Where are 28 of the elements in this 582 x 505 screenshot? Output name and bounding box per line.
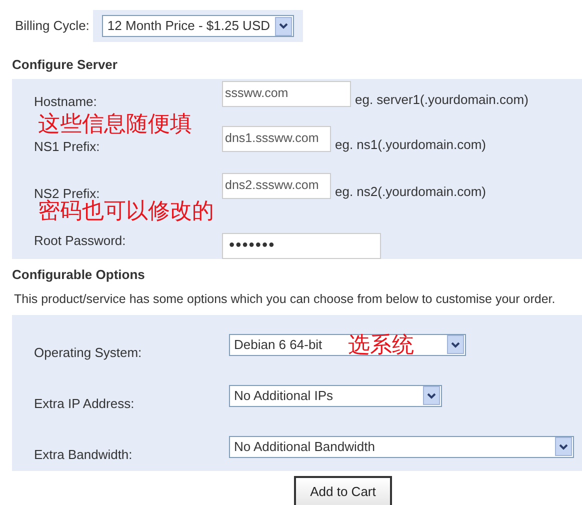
field-hint: eg. server1(.yourdomain.com) — [355, 90, 528, 109]
intro-text: This product/service has some options which you can choose from below to customise your order. — [14, 291, 556, 308]
section-heading: Configure Server — [12, 56, 118, 74]
option-label: Extra IP Address: — [34, 396, 134, 411]
option-label: Operating System: — [34, 344, 142, 360]
annotation-text: 选系统 — [348, 335, 414, 357]
field-hint: eg. ns1(.yourdomain.com) — [335, 136, 486, 154]
caret-icon — [447, 335, 464, 354]
section-heading: Configurable Options — [12, 266, 146, 284]
field-hint: eg. ns2(.yourdomain.com) — [335, 182, 486, 201]
password-field[interactable]: ••••••• — [222, 232, 381, 258]
text-field[interactable]: dns1.sssww.com — [222, 126, 331, 152]
add-to-cart-button[interactable]: Add to Cart — [294, 476, 392, 505]
field-label: NS2 Prefix: — [34, 186, 100, 200]
billing-cycle-label: Billing Cycle: — [15, 17, 90, 36]
caret-icon — [423, 386, 440, 406]
option-label: Extra Bandwidth: — [34, 446, 132, 462]
text-field[interactable]: sssww.com — [222, 80, 351, 106]
dropdown[interactable]: 12 Month Price - $1.25 USD — [102, 15, 294, 37]
dropdown[interactable]: No Additional IPs — [229, 384, 442, 407]
annotation-text: 这些信息随便填 — [38, 114, 192, 136]
caret-icon — [275, 16, 292, 36]
dropdown[interactable]: No Additional Bandwidth — [229, 436, 574, 458]
field-label: NS1 Prefix: — [34, 138, 100, 154]
text-field[interactable]: dns2.sssww.com — [222, 172, 331, 198]
caret-icon — [555, 437, 572, 456]
field-label: Root Password: — [34, 232, 126, 248]
field-label: Hostname: — [34, 94, 97, 108]
